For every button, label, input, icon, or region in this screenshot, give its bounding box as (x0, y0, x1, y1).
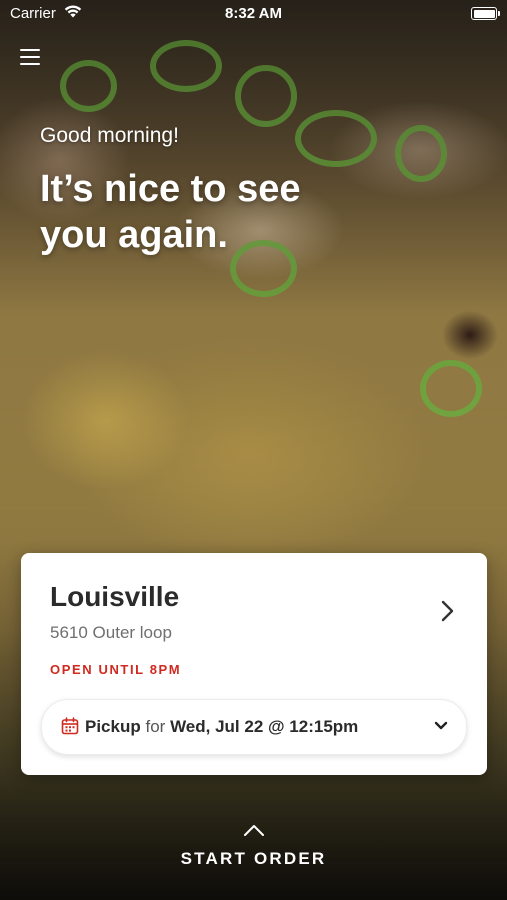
calendar-icon (61, 717, 79, 735)
hamburger-menu-icon[interactable] (20, 48, 40, 66)
battery-icon (471, 7, 500, 20)
location-name: Louisville (50, 581, 180, 612)
headline-line-1: It’s nice to see (40, 168, 301, 210)
pickup-datetime: Wed, Jul 22 @ 12:15pm (170, 717, 359, 736)
open-status: OPEN UNTIL 8PM (50, 662, 182, 677)
clock: 8:32 AM (225, 5, 282, 22)
pickup-time-selector[interactable]: Pickup for Wed, Jul 22 @ 12:15pm (41, 699, 467, 755)
status-bar: Carrier 8:32 AM (0, 0, 507, 28)
chevron-right-icon[interactable] (439, 599, 457, 623)
welcome-headline: It’s nice to see you again. (40, 166, 420, 258)
greeting-text: Good morning! (40, 124, 179, 147)
chevron-up-icon[interactable] (243, 823, 265, 837)
pickup-connector: for (145, 717, 166, 736)
location-address: 5610 Outer loop (50, 623, 172, 642)
chevron-down-icon[interactable] (434, 721, 448, 731)
pickup-summary: Pickup for Wed, Jul 22 @ 12:15pm (85, 717, 358, 737)
pickup-mode: Pickup (85, 717, 141, 736)
start-order-button[interactable]: START ORDER (0, 849, 507, 869)
location-card[interactable]: Louisville 5610 Outer loop OPEN UNTIL 8P… (21, 553, 487, 775)
headline-line-2: you again. (40, 214, 228, 256)
